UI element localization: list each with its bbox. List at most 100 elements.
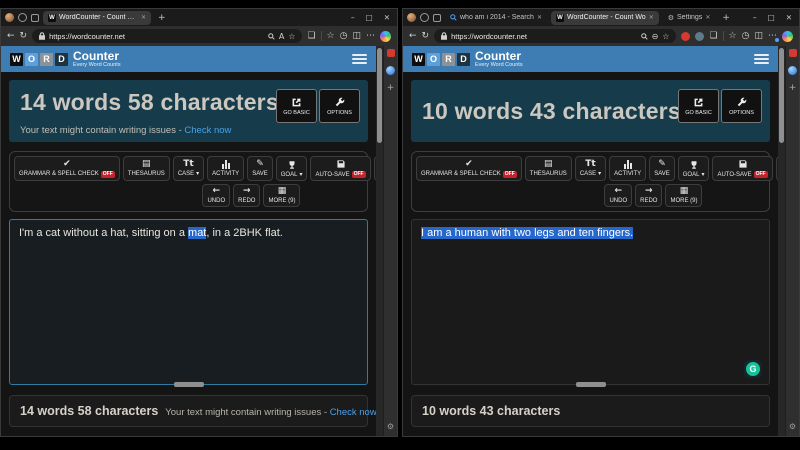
browser-essentials-icon[interactable]: ◫ <box>754 32 763 41</box>
profile-avatar[interactable] <box>5 13 14 22</box>
search-icon[interactable] <box>268 33 275 40</box>
maximize-button[interactable]: □ <box>366 13 373 22</box>
text-editor[interactable]: I'm a cat without a hat, sitting on a ma… <box>9 219 368 385</box>
activity-button[interactable]: ACTIVITY <box>207 156 244 181</box>
lock-icon <box>441 32 447 40</box>
maximize-button[interactable]: □ <box>768 13 775 22</box>
extension-icon-gray[interactable] <box>695 32 704 41</box>
hamburger-menu-icon[interactable] <box>754 54 769 64</box>
more-button[interactable]: ▦ MORE (9) <box>263 184 300 207</box>
undo-button[interactable]: ← UNDO <box>202 184 230 207</box>
save-button[interactable]: ✎ SAVE <box>247 156 273 181</box>
wordcounter-logo[interactable]: W O R D <box>10 53 68 66</box>
undo-button[interactable]: ← UNDO <box>604 184 632 207</box>
scrollbar-thumb[interactable] <box>377 48 382 143</box>
goal-button[interactable]: GOAL ▾ <box>678 156 710 181</box>
address-bar[interactable]: https://wordcounter.net A ☆ <box>32 29 302 43</box>
activity-button[interactable]: ACTIVITY <box>609 156 646 181</box>
sidebar-settings-icon[interactable]: ⚙ <box>387 422 394 431</box>
logo-tile-o: O <box>427 53 440 66</box>
history-icon[interactable]: ◷ <box>340 32 348 41</box>
tab-actions-icon[interactable] <box>433 14 441 22</box>
options-button[interactable]: OPTIONS <box>721 89 762 123</box>
refresh-icon[interactable]: ↻ <box>20 32 28 41</box>
tab-wordcounter[interactable]: W WordCounter - Count Wo ✕ <box>551 11 659 25</box>
minimize-button[interactable]: – <box>753 13 757 22</box>
copilot-icon[interactable] <box>380 31 391 42</box>
tab-settings[interactable]: ⚙ Settings ✕ <box>663 11 716 25</box>
refresh-icon[interactable]: ↻ <box>422 32 430 41</box>
history-icon[interactable]: ◷ <box>742 32 750 41</box>
sidebar-copilot-icon[interactable] <box>386 66 395 75</box>
redo-button[interactable]: → REDO <box>233 184 260 207</box>
address-bar[interactable]: https://wordcounter.net ⊖ ☆ <box>434 29 676 43</box>
resize-handle[interactable] <box>576 382 606 387</box>
wordcounter-logo[interactable]: W O R D <box>412 53 470 66</box>
split-screen-icon[interactable]: ❏ <box>307 32 315 41</box>
tab-close-icon[interactable]: ✕ <box>705 14 710 21</box>
grammarly-widget[interactable]: G <box>744 360 762 378</box>
back-icon[interactable]: ← <box>7 32 15 41</box>
hamburger-menu-icon[interactable] <box>352 54 367 64</box>
go-basic-button[interactable]: GO BASIC <box>678 89 719 123</box>
sidebar-app-icon[interactable] <box>789 49 797 57</box>
sidebar-add-icon[interactable]: + <box>387 84 395 93</box>
favorites-icon[interactable]: ☆ <box>729 32 737 41</box>
settings-more-icon[interactable]: ⋯ <box>768 32 777 41</box>
scrollbar-thumb[interactable] <box>779 48 784 143</box>
sidebar-add-icon[interactable]: + <box>789 84 797 93</box>
sidebar-copilot-icon[interactable] <box>788 66 797 75</box>
grammar-spell-check-button[interactable]: ✔ GRAMMAR & SPELL CHECK OFF <box>14 156 120 181</box>
sidebar-settings-icon[interactable]: ⚙ <box>789 422 796 431</box>
goal-button[interactable]: GOAL ▾ <box>276 156 308 181</box>
undo-icon: ← <box>615 187 623 196</box>
back-icon[interactable]: ← <box>409 32 417 41</box>
new-tab-button[interactable]: + <box>719 13 733 23</box>
sidebar-app-icon[interactable] <box>387 49 395 57</box>
favorites-icon[interactable]: ☆ <box>327 32 335 41</box>
workspaces-icon[interactable] <box>420 13 429 22</box>
minimize-button[interactable]: – <box>351 13 355 22</box>
page-scrollbar[interactable] <box>778 46 785 436</box>
favorite-star-icon[interactable]: ☆ <box>288 32 295 41</box>
close-button[interactable]: ✕ <box>786 13 792 22</box>
case-button[interactable]: Tt CASE ▾ <box>575 156 606 181</box>
read-aloud-icon[interactable]: A <box>279 32 284 41</box>
browser-essentials-icon[interactable]: ◫ <box>352 32 361 41</box>
close-button[interactable]: ✕ <box>384 13 390 22</box>
extension-icon-red[interactable] <box>681 32 690 41</box>
new-tab-button[interactable]: + <box>155 13 169 23</box>
thesaurus-button[interactable]: ▤ THESAURUS <box>525 156 572 181</box>
resize-handle[interactable] <box>174 382 204 387</box>
more-button[interactable]: ▦ MORE (9) <box>665 184 702 207</box>
tab-wordcounter[interactable]: W WordCounter - Count Words & C ✕ <box>43 11 151 25</box>
options-button[interactable]: OPTIONS <box>319 89 360 123</box>
tab-actions-icon[interactable] <box>31 14 39 22</box>
grammar-spell-check-button[interactable]: ✔ GRAMMAR & SPELL CHECK OFF <box>416 156 522 181</box>
tab-close-icon[interactable]: ✕ <box>141 14 146 21</box>
thesaurus-button[interactable]: ▤ THESAURUS <box>123 156 170 181</box>
save-button[interactable]: ✎ SAVE <box>649 156 675 181</box>
text-editor[interactable]: I am a human with two legs and ten finge… <box>411 219 770 385</box>
copilot-icon[interactable] <box>782 31 793 42</box>
profile-avatar[interactable] <box>407 13 416 22</box>
bottom-check-now-link[interactable]: Check now <box>330 407 376 418</box>
case-button[interactable]: Tt CASE ▾ <box>173 156 204 181</box>
workspaces-icon[interactable] <box>18 13 27 22</box>
more-label: MORE (9) <box>268 198 295 204</box>
check-now-link[interactable]: Check now <box>184 125 231 136</box>
tab-search[interactable]: who am i 2014 - Search ✕ <box>445 11 547 25</box>
go-basic-button[interactable]: GO BASIC <box>276 89 317 123</box>
auto-save-button[interactable]: AUTO-SAVE OFF <box>712 156 772 181</box>
split-screen-icon[interactable]: ❏ <box>709 32 717 41</box>
favorite-star-icon[interactable]: ☆ <box>662 32 669 41</box>
tab-close-icon[interactable]: ✕ <box>537 14 542 21</box>
tracking-prevention-icon[interactable]: ⊖ <box>652 32 659 41</box>
search-icon[interactable] <box>641 33 648 40</box>
tab-close-icon[interactable]: ✕ <box>649 14 654 21</box>
auto-save-button[interactable]: AUTO-SAVE OFF <box>310 156 370 181</box>
logo-tile-r: R <box>442 53 455 66</box>
settings-more-icon[interactable]: ⋯ <box>366 32 375 41</box>
redo-button[interactable]: → REDO <box>635 184 662 207</box>
page-scrollbar[interactable] <box>376 46 383 436</box>
